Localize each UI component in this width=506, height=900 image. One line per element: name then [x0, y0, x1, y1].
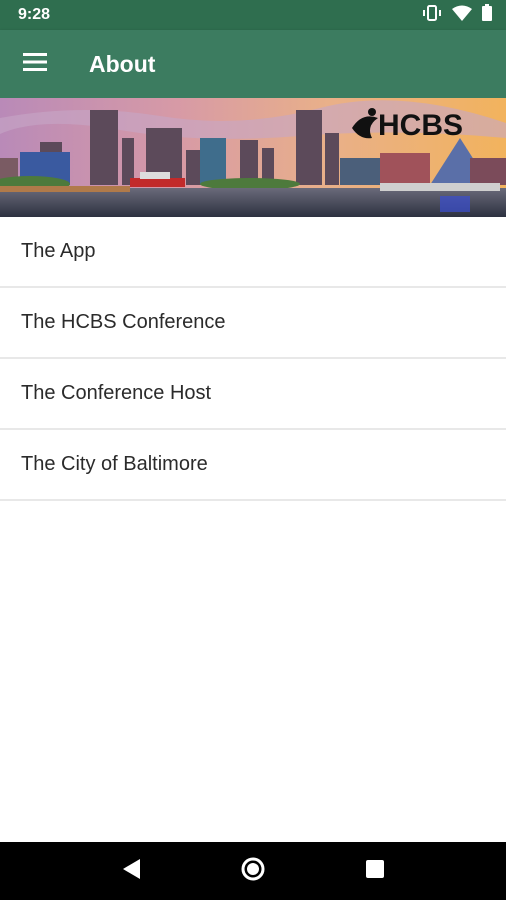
menu-button[interactable] — [17, 46, 53, 82]
back-button[interactable] — [109, 849, 153, 893]
page-title: About — [89, 50, 156, 77]
about-list: The App The HCBS Conference The Conferen… — [0, 217, 506, 501]
list-item-label: The Conference Host — [21, 382, 212, 404]
list-item-label: The City of Baltimore — [21, 453, 208, 475]
wifi-icon — [452, 5, 472, 26]
status-icons — [422, 4, 492, 26]
list-item-conference-host[interactable]: The Conference Host — [0, 359, 506, 430]
list-item-label: The App — [21, 240, 96, 262]
recents-button[interactable] — [353, 849, 397, 893]
list-item-city-of-baltimore[interactable]: The City of Baltimore — [0, 430, 506, 501]
navigation-bar — [0, 842, 506, 900]
vibrate-icon — [422, 4, 442, 26]
list-item-the-app[interactable]: The App — [0, 217, 506, 288]
battery-icon — [482, 4, 492, 26]
svg-text:HCBS: HCBS — [378, 109, 463, 142]
home-button[interactable] — [231, 849, 275, 893]
banner-image: HCBS — [0, 98, 506, 217]
status-time: 9:28 — [18, 6, 51, 23]
app-bar: About — [0, 30, 506, 98]
back-icon — [121, 858, 141, 885]
hamburger-menu-icon — [23, 52, 47, 76]
recents-icon — [365, 859, 385, 884]
home-icon — [241, 857, 265, 886]
list-item-hcbs-conference[interactable]: The HCBS Conference — [0, 288, 506, 359]
list-item-label: The HCBS Conference — [21, 311, 226, 333]
status-bar: 9:28 — [0, 0, 506, 30]
